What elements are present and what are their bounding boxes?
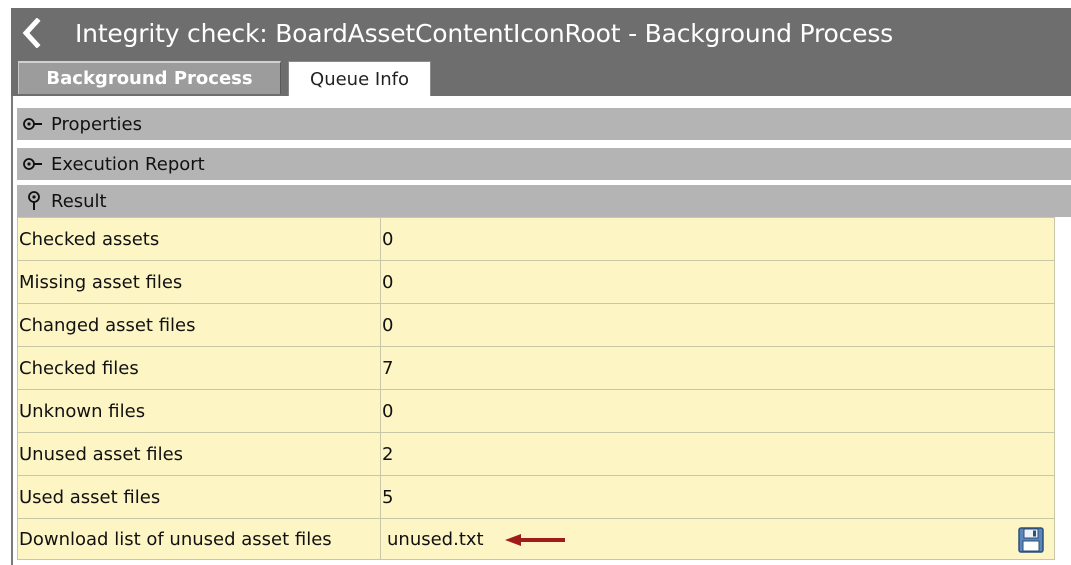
section-execution-report-header[interactable]: Execution Report <box>17 148 1071 180</box>
row-value: 0 <box>380 389 1055 433</box>
section-result-label: Result <box>51 190 107 212</box>
section-properties-header[interactable]: Properties <box>17 108 1071 140</box>
row-value: 0 <box>380 303 1055 347</box>
collapsed-pin-icon <box>19 153 49 175</box>
table-row: Used asset files 5 <box>17 475 1055 519</box>
tab-strip: Background Process Queue Info <box>11 58 1071 96</box>
section-result-header[interactable]: Result <box>17 185 1071 217</box>
row-label: Checked files <box>17 346 381 390</box>
app-window: Integrity check: BoardAssetContentIconRo… <box>0 0 1071 565</box>
page-title: Integrity check: BoardAssetContentIconRo… <box>75 18 893 48</box>
content-panel: Properties Execution Report Result Check… <box>11 96 1071 565</box>
result-table: Checked assets 0 Missing asset files 0 C… <box>17 217 1055 560</box>
tab-background-process[interactable]: Background Process <box>18 61 281 94</box>
row-value: 0 <box>380 217 1055 261</box>
table-row: Missing asset files 0 <box>17 260 1055 304</box>
table-row: Changed asset files 0 <box>17 303 1055 347</box>
section-properties-label: Properties <box>51 113 142 135</box>
download-unused-files-link[interactable]: unused.txt <box>387 529 484 550</box>
title-bar: Integrity check: BoardAssetContentIconRo… <box>11 8 1071 58</box>
download-row-label: Download list of unused asset files <box>17 518 381 560</box>
chevron-left-icon <box>22 18 41 48</box>
row-value: 7 <box>380 346 1055 390</box>
row-value: 2 <box>380 432 1055 476</box>
row-label: Unknown files <box>17 389 381 433</box>
table-row: Unknown files 0 <box>17 389 1055 433</box>
row-label: Used asset files <box>17 475 381 519</box>
expanded-pin-icon <box>19 190 49 212</box>
download-row-value: unused.txt <box>380 518 1055 560</box>
table-row-download: Download list of unused asset files unus… <box>17 518 1055 560</box>
row-label: Unused asset files <box>17 432 381 476</box>
floppy-disk-icon[interactable] <box>1018 527 1044 553</box>
table-row: Checked files 7 <box>17 346 1055 390</box>
row-value: 0 <box>380 260 1055 304</box>
left-arrow-icon <box>505 533 566 546</box>
table-row: Unused asset files 2 <box>17 432 1055 476</box>
row-label: Checked assets <box>17 217 381 261</box>
table-row: Checked assets 0 <box>17 217 1055 261</box>
row-value: 5 <box>380 475 1055 519</box>
back-button[interactable] <box>11 8 53 58</box>
row-label: Missing asset files <box>17 260 381 304</box>
section-execution-report-label: Execution Report <box>51 153 205 175</box>
row-label: Changed asset files <box>17 303 381 347</box>
tab-queue-info[interactable]: Queue Info <box>288 61 431 96</box>
collapsed-pin-icon <box>19 113 49 135</box>
